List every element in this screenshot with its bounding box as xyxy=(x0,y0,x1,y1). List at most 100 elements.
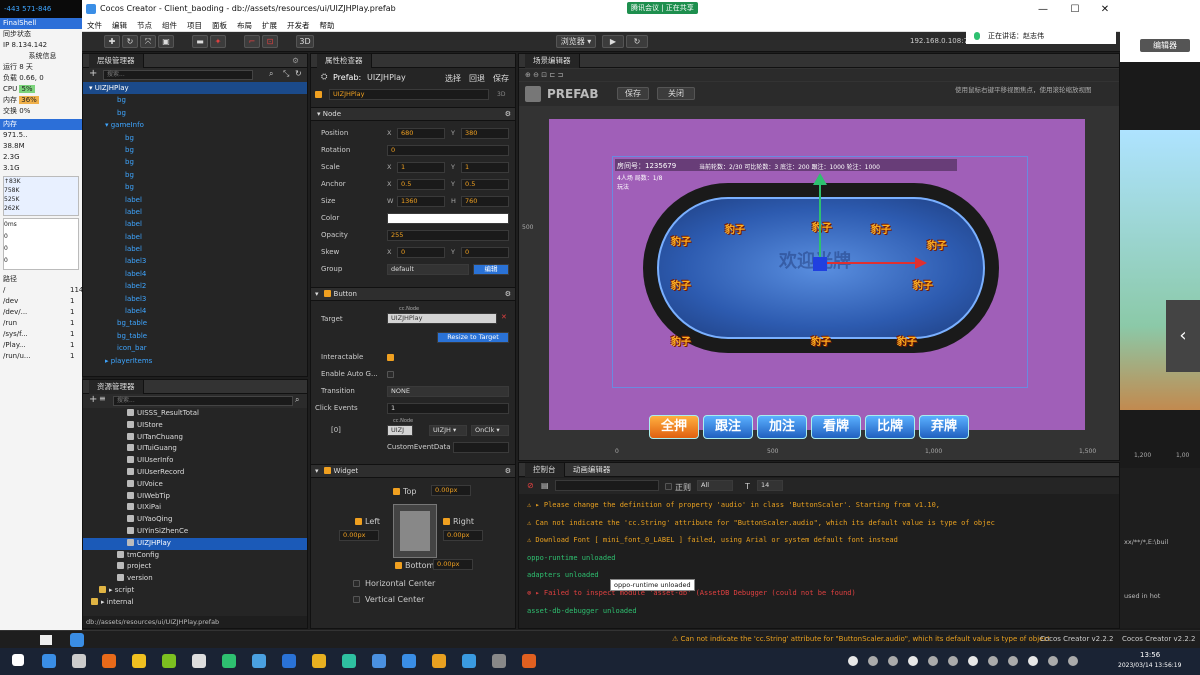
hierarchy-node[interactable]: bg xyxy=(83,156,307,168)
menu-item-3[interactable]: 组件 xyxy=(157,19,182,32)
tray-icon[interactable] xyxy=(1008,656,1018,666)
position-x-input[interactable]: 680 xyxy=(397,128,445,139)
console-line[interactable]: ⚠ ▸ Please change the definition of prop… xyxy=(519,497,1109,515)
taskbar-app-icon[interactable] xyxy=(522,654,536,668)
taskbar-app-icon[interactable] xyxy=(252,654,266,668)
hierarchy-node[interactable]: ▾ gameInfo xyxy=(83,119,307,131)
menu-item-1[interactable]: 编辑 xyxy=(107,19,132,32)
node-3d-toggle[interactable]: 3D xyxy=(497,91,505,98)
widget-top-checkbox[interactable] xyxy=(393,488,400,495)
clear-target-icon[interactable]: ✕ xyxy=(501,313,507,321)
tray-icon[interactable] xyxy=(988,656,998,666)
hierarchy-node[interactable]: label xyxy=(83,231,307,243)
button-enabled-checkbox[interactable] xyxy=(323,290,331,297)
game-button-4[interactable]: 比牌 xyxy=(865,415,915,439)
tray-icon[interactable] xyxy=(848,656,858,666)
node-gear-icon[interactable]: ⚙ xyxy=(505,108,511,120)
open-log-icon[interactable]: ▤ xyxy=(541,481,549,490)
taskbar-time[interactable]: 13:56 xyxy=(1140,651,1160,659)
hierarchy-node[interactable]: bg_table xyxy=(83,317,307,329)
widget-vcenter-checkbox[interactable] xyxy=(353,596,360,603)
align-center-icon[interactable]: ⊐ xyxy=(557,71,563,79)
assets-search-icon[interactable]: ⌕ xyxy=(295,395,299,405)
widget-alignment-box[interactable] xyxy=(393,504,437,558)
node-section-header[interactable]: ▾ Node ⚙ xyxy=(311,107,515,121)
widget-right-input[interactable]: 0.00px xyxy=(443,530,483,541)
button-section-header[interactable]: ▾ Button ⚙ xyxy=(311,287,515,301)
game-button-1[interactable]: 跟注 xyxy=(703,415,753,439)
move-tool-icon[interactable]: ✚ xyxy=(104,35,120,48)
tray-icon[interactable] xyxy=(1048,656,1058,666)
node-active-checkbox[interactable] xyxy=(315,91,322,98)
hierarchy-tab[interactable]: 层级管理器 xyxy=(89,54,144,68)
taskbar-app-icon[interactable] xyxy=(282,654,296,668)
add-asset-icon[interactable]: + xyxy=(89,394,97,405)
widget-top-input[interactable]: 0.00px xyxy=(431,485,471,496)
hierarchy-node[interactable]: label xyxy=(83,218,307,230)
preview-ip[interactable]: 192.168.0.108:74 xyxy=(910,37,972,45)
rect-tool-icon[interactable]: ▣ xyxy=(158,35,174,48)
global-space-icon[interactable]: ⊡ xyxy=(262,35,278,48)
position-y-input[interactable]: 380 xyxy=(461,128,509,139)
preview-target-select[interactable]: 浏览器 ▾ xyxy=(556,35,596,48)
hierarchy-node[interactable]: bg_table xyxy=(83,330,307,342)
search-icon[interactable]: ⌕ xyxy=(269,69,273,79)
maximize-button[interactable]: ☐ xyxy=(1062,2,1088,17)
inspector-tab[interactable]: 属性检查器 xyxy=(317,54,372,68)
asset-item[interactable]: project xyxy=(83,561,307,573)
console-tab[interactable]: 控制台 xyxy=(525,463,565,477)
game-button-3[interactable]: 看牌 xyxy=(811,415,861,439)
group-select[interactable]: default xyxy=(387,264,469,275)
color-swatch[interactable] xyxy=(387,213,509,224)
hierarchy-node[interactable]: label2 xyxy=(83,280,307,292)
menu-item-5[interactable]: 面板 xyxy=(207,19,232,32)
tray-icon[interactable] xyxy=(908,656,918,666)
font-size-select[interactable]: 14 xyxy=(757,480,783,491)
button-gear-icon[interactable]: ⚙ xyxy=(505,288,511,300)
prefab-select-button[interactable]: 选择 xyxy=(445,73,461,84)
widget-bottom-input[interactable]: 0.00px xyxy=(433,559,473,570)
asset-item[interactable]: UIVoice xyxy=(83,479,307,491)
widget-left-checkbox[interactable] xyxy=(355,518,362,525)
widget-hcenter-checkbox[interactable] xyxy=(353,580,360,587)
local-space-icon[interactable]: ⌐ xyxy=(244,35,260,48)
tray-icon[interactable] xyxy=(948,656,958,666)
asset-item[interactable]: UIXiPai xyxy=(83,502,307,514)
menu-item-9[interactable]: 帮助 xyxy=(315,19,340,32)
sysmon-app-title[interactable]: FinalShell xyxy=(0,18,82,29)
taskbar-app-icon[interactable] xyxy=(462,654,476,668)
taskbar-app-icon[interactable] xyxy=(402,654,416,668)
hierarchy-node[interactable]: bg xyxy=(83,144,307,156)
hierarchy-node[interactable]: ▸ playerItems xyxy=(83,355,307,367)
asset-item[interactable]: UISSS_ResultTotal xyxy=(83,408,307,420)
rotate-tool-icon[interactable]: ↻ xyxy=(122,35,138,48)
prefab-save-button[interactable]: 保存 xyxy=(493,73,509,84)
asset-item[interactable]: UIUserRecord xyxy=(83,467,307,479)
animation-tab[interactable]: 动画编辑器 xyxy=(573,465,611,474)
menu-item-2[interactable]: 节点 xyxy=(132,19,157,32)
hierarchy-node[interactable]: label4 xyxy=(83,305,307,317)
rotation-input[interactable]: 0 xyxy=(387,145,509,156)
hierarchy-node[interactable]: label3 xyxy=(83,255,307,267)
asset-item[interactable]: UIStore xyxy=(83,420,307,432)
sort-icon[interactable]: ≡ xyxy=(99,394,106,403)
asset-item[interactable]: tmConfig xyxy=(83,550,307,562)
menu-item-8[interactable]: 开发者 xyxy=(282,19,315,32)
opacity-input[interactable]: 255 xyxy=(387,230,509,241)
log-level-select[interactable]: All xyxy=(697,480,733,491)
console-line[interactable]: adapters unloaded xyxy=(519,567,1109,585)
menu-item-0[interactable]: 文件 xyxy=(82,19,107,32)
group-edit-button[interactable]: 编辑 xyxy=(473,264,509,275)
asset-item[interactable]: version xyxy=(83,573,307,585)
asset-item[interactable]: UITuiGuang xyxy=(83,443,307,455)
assets-tab[interactable]: 资源管理器 xyxy=(89,380,144,394)
taskbar-app-icon[interactable] xyxy=(102,654,116,668)
hierarchy-node[interactable]: bg xyxy=(83,132,307,144)
tray-icon[interactable] xyxy=(868,656,878,666)
asset-item[interactable]: ▸ internal xyxy=(83,597,307,609)
widget-right-checkbox[interactable] xyxy=(443,518,450,525)
align-left-icon[interactable]: ⊏ xyxy=(549,71,555,79)
widget-bottom-checkbox[interactable] xyxy=(395,562,402,569)
menu-item-6[interactable]: 布局 xyxy=(232,19,257,32)
refresh-button[interactable]: ↻ xyxy=(626,35,648,48)
